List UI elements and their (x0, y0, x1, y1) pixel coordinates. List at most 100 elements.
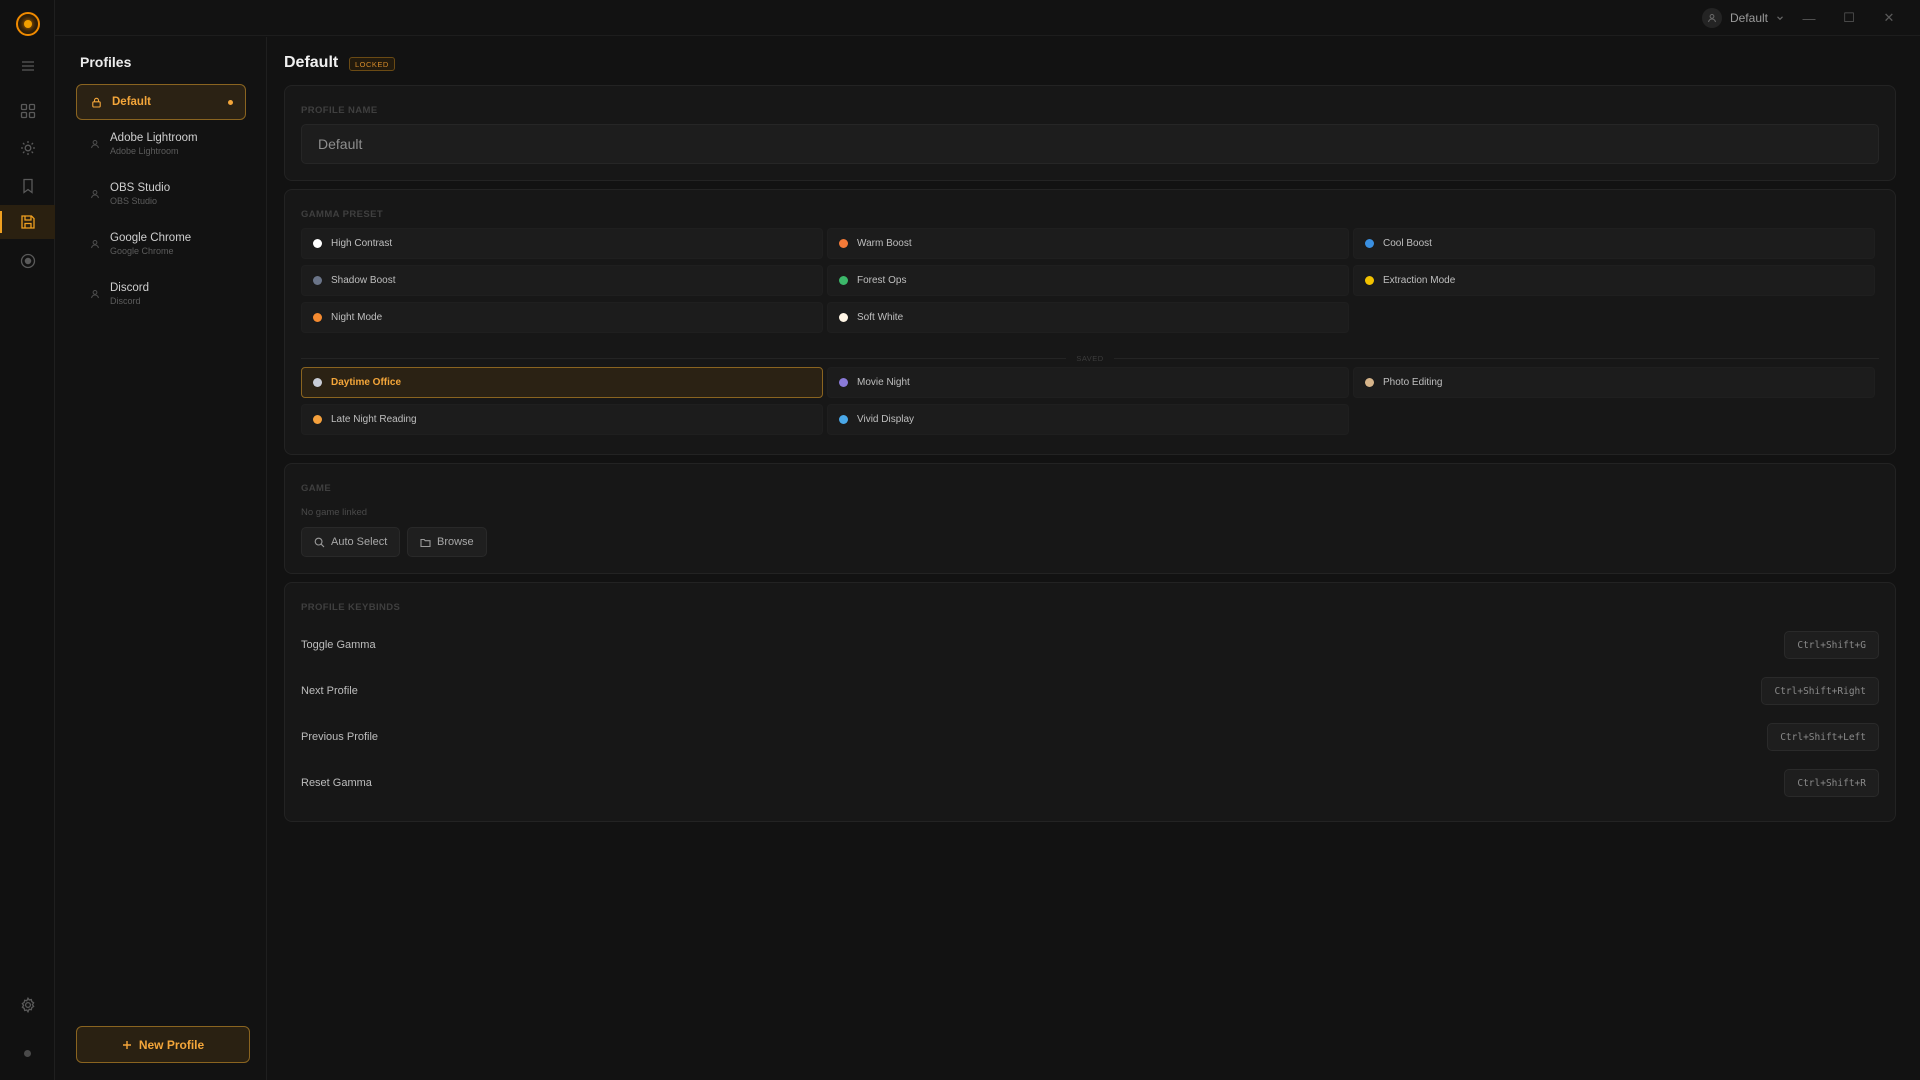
sidebar-title: Profiles (80, 54, 132, 70)
preset-label: Soft White (857, 312, 904, 323)
preset-color-dot (839, 239, 848, 248)
title-bar: Default — ☐ ✕ (55, 0, 1920, 36)
nav-settings[interactable] (0, 988, 55, 1022)
record-icon (20, 253, 35, 269)
nav-dashboard[interactable] (0, 94, 55, 128)
profile-item-discord[interactable]: Discord Discord (76, 276, 246, 312)
preset-color-dot (313, 276, 322, 285)
menu-icon (21, 61, 34, 71)
game-label: GAME (301, 483, 332, 494)
preset-night-mode[interactable]: Night Mode (301, 302, 823, 333)
profile-app: Discord (110, 296, 141, 306)
avatar (1701, 8, 1722, 28)
new-profile-button[interactable]: New Profile (76, 1026, 250, 1063)
keybind-action: Toggle Gamma (301, 639, 376, 651)
preset-color-dot (1365, 378, 1374, 387)
app-logo (16, 12, 40, 36)
profile-item-adobe-lightroom[interactable]: Adobe Lightroom Adobe Lightroom (76, 126, 246, 162)
preset-color-dot (1365, 276, 1374, 285)
divider-line (301, 357, 1067, 359)
game-status-note: No game linked (301, 507, 368, 518)
preset-color-dot (313, 239, 322, 248)
close-button[interactable]: ✕ (1878, 7, 1900, 29)
preset-high-contrast[interactable]: High Contrast (301, 228, 823, 259)
profile-app: OBS Studio (110, 196, 158, 206)
minimize-button[interactable]: — (1798, 7, 1820, 29)
menu-button[interactable] (0, 49, 55, 83)
profile-switcher-label: Default (1729, 11, 1768, 25)
profile-name: OBS Studio (110, 182, 171, 194)
lock-icon (92, 97, 101, 108)
chevron-down-icon (1777, 16, 1783, 21)
user-icon (91, 140, 99, 149)
keybind-key[interactable]: Ctrl+Shift+Left (1767, 723, 1879, 751)
preset-forest-ops[interactable]: Forest Ops (827, 265, 1349, 296)
folder-icon (420, 538, 431, 547)
profile-item-obs-studio[interactable]: OBS Studio OBS Studio (76, 176, 246, 212)
preset-soft-white[interactable]: Soft White (827, 302, 1349, 333)
preset-daytime-office[interactable]: Daytime Office (301, 367, 823, 398)
bookmark-icon (22, 178, 33, 194)
preset-color-dot (1365, 239, 1374, 248)
maximize-icon: ☐ (1843, 10, 1855, 25)
preset-movie-night[interactable]: Movie Night (827, 367, 1349, 398)
keybind-key[interactable]: Ctrl+Shift+Right (1761, 677, 1879, 705)
gamma-preset-label: GAMMA PRESET (301, 209, 384, 220)
preset-color-dot (839, 415, 848, 424)
keybind-row-previous-profile: Previous Profile Ctrl+Shift+Left (301, 722, 1879, 752)
profile-switcher[interactable]: Default (1701, 8, 1784, 28)
preset-photo-editing[interactable]: Photo Editing (1353, 367, 1875, 398)
auto-select-button[interactable]: Auto Select (301, 527, 401, 557)
user-icon (1707, 14, 1716, 23)
nav-record[interactable] (0, 244, 55, 278)
keybinds-card: PROFILE KEYBINDS Toggle Gamma Ctrl+Shift… (284, 582, 1896, 822)
preset-color-dot (839, 313, 848, 322)
grid-icon (20, 103, 35, 119)
settings-icon (20, 997, 35, 1013)
maximize-button[interactable]: ☐ (1838, 7, 1860, 29)
auto-select-label: Auto Select (331, 536, 388, 548)
keybind-row-next-profile: Next Profile Ctrl+Shift+Right (301, 676, 1879, 706)
profile-name-label: PROFILE NAME (301, 105, 378, 116)
preset-extraction-mode[interactable]: Extraction Mode (1353, 265, 1875, 296)
user-icon (91, 290, 99, 299)
new-profile-label: New Profile (138, 1037, 205, 1052)
preset-label: Movie Night (857, 377, 910, 388)
profiles-sidebar: Profiles Default Adobe Lightroom Adobe L… (55, 37, 267, 1080)
preset-label: Cool Boost (1383, 238, 1432, 249)
preset-color-dot (313, 313, 322, 322)
nav-profiles[interactable] (0, 205, 55, 239)
nav-gamma[interactable] (0, 131, 55, 165)
preset-label: Daytime Office (331, 377, 402, 388)
preset-cool-boost[interactable]: Cool Boost (1353, 228, 1875, 259)
preset-label: Extraction Mode (1383, 275, 1456, 286)
preset-vivid-display[interactable]: Vivid Display (827, 404, 1349, 435)
profile-name-card: PROFILE NAME Default (284, 85, 1896, 181)
app-window: Default — ☐ ✕ Profiles Default Adobe Lig… (0, 0, 1920, 1080)
preset-shadow-boost[interactable]: Shadow Boost (301, 265, 823, 296)
browse-button[interactable]: Browse (407, 527, 487, 557)
preset-warm-boost[interactable]: Warm Boost (827, 228, 1349, 259)
preset-color-dot (839, 378, 848, 387)
keybind-key[interactable]: Ctrl+Shift+G (1784, 631, 1879, 659)
search-icon (314, 537, 325, 547)
preset-color-dot (313, 415, 322, 424)
keybind-row-reset-gamma: Reset Gamma Ctrl+Shift+R (301, 768, 1879, 798)
preset-label: Late Night Reading (331, 414, 417, 425)
browse-label: Browse (437, 536, 474, 548)
keybind-action: Next Profile (301, 685, 358, 697)
profile-name-input[interactable]: Default (301, 124, 1879, 164)
nav-rail (0, 0, 55, 1080)
profile-name: Default (112, 96, 151, 108)
keybind-row-toggle-gamma: Toggle Gamma Ctrl+Shift+G (301, 630, 1879, 660)
divider-line (1113, 357, 1879, 359)
keybind-key[interactable]: Ctrl+Shift+R (1784, 769, 1879, 797)
preset-late-night-reading[interactable]: Late Night Reading (301, 404, 823, 435)
profile-name: Google Chrome (110, 232, 192, 244)
profile-item-google-chrome[interactable]: Google Chrome Google Chrome (76, 226, 246, 262)
profile-item-default[interactable]: Default (76, 84, 246, 120)
preset-label: High Contrast (331, 238, 393, 249)
preset-color-dot (839, 276, 848, 285)
nav-presets[interactable] (0, 169, 55, 203)
save-icon (20, 215, 35, 229)
